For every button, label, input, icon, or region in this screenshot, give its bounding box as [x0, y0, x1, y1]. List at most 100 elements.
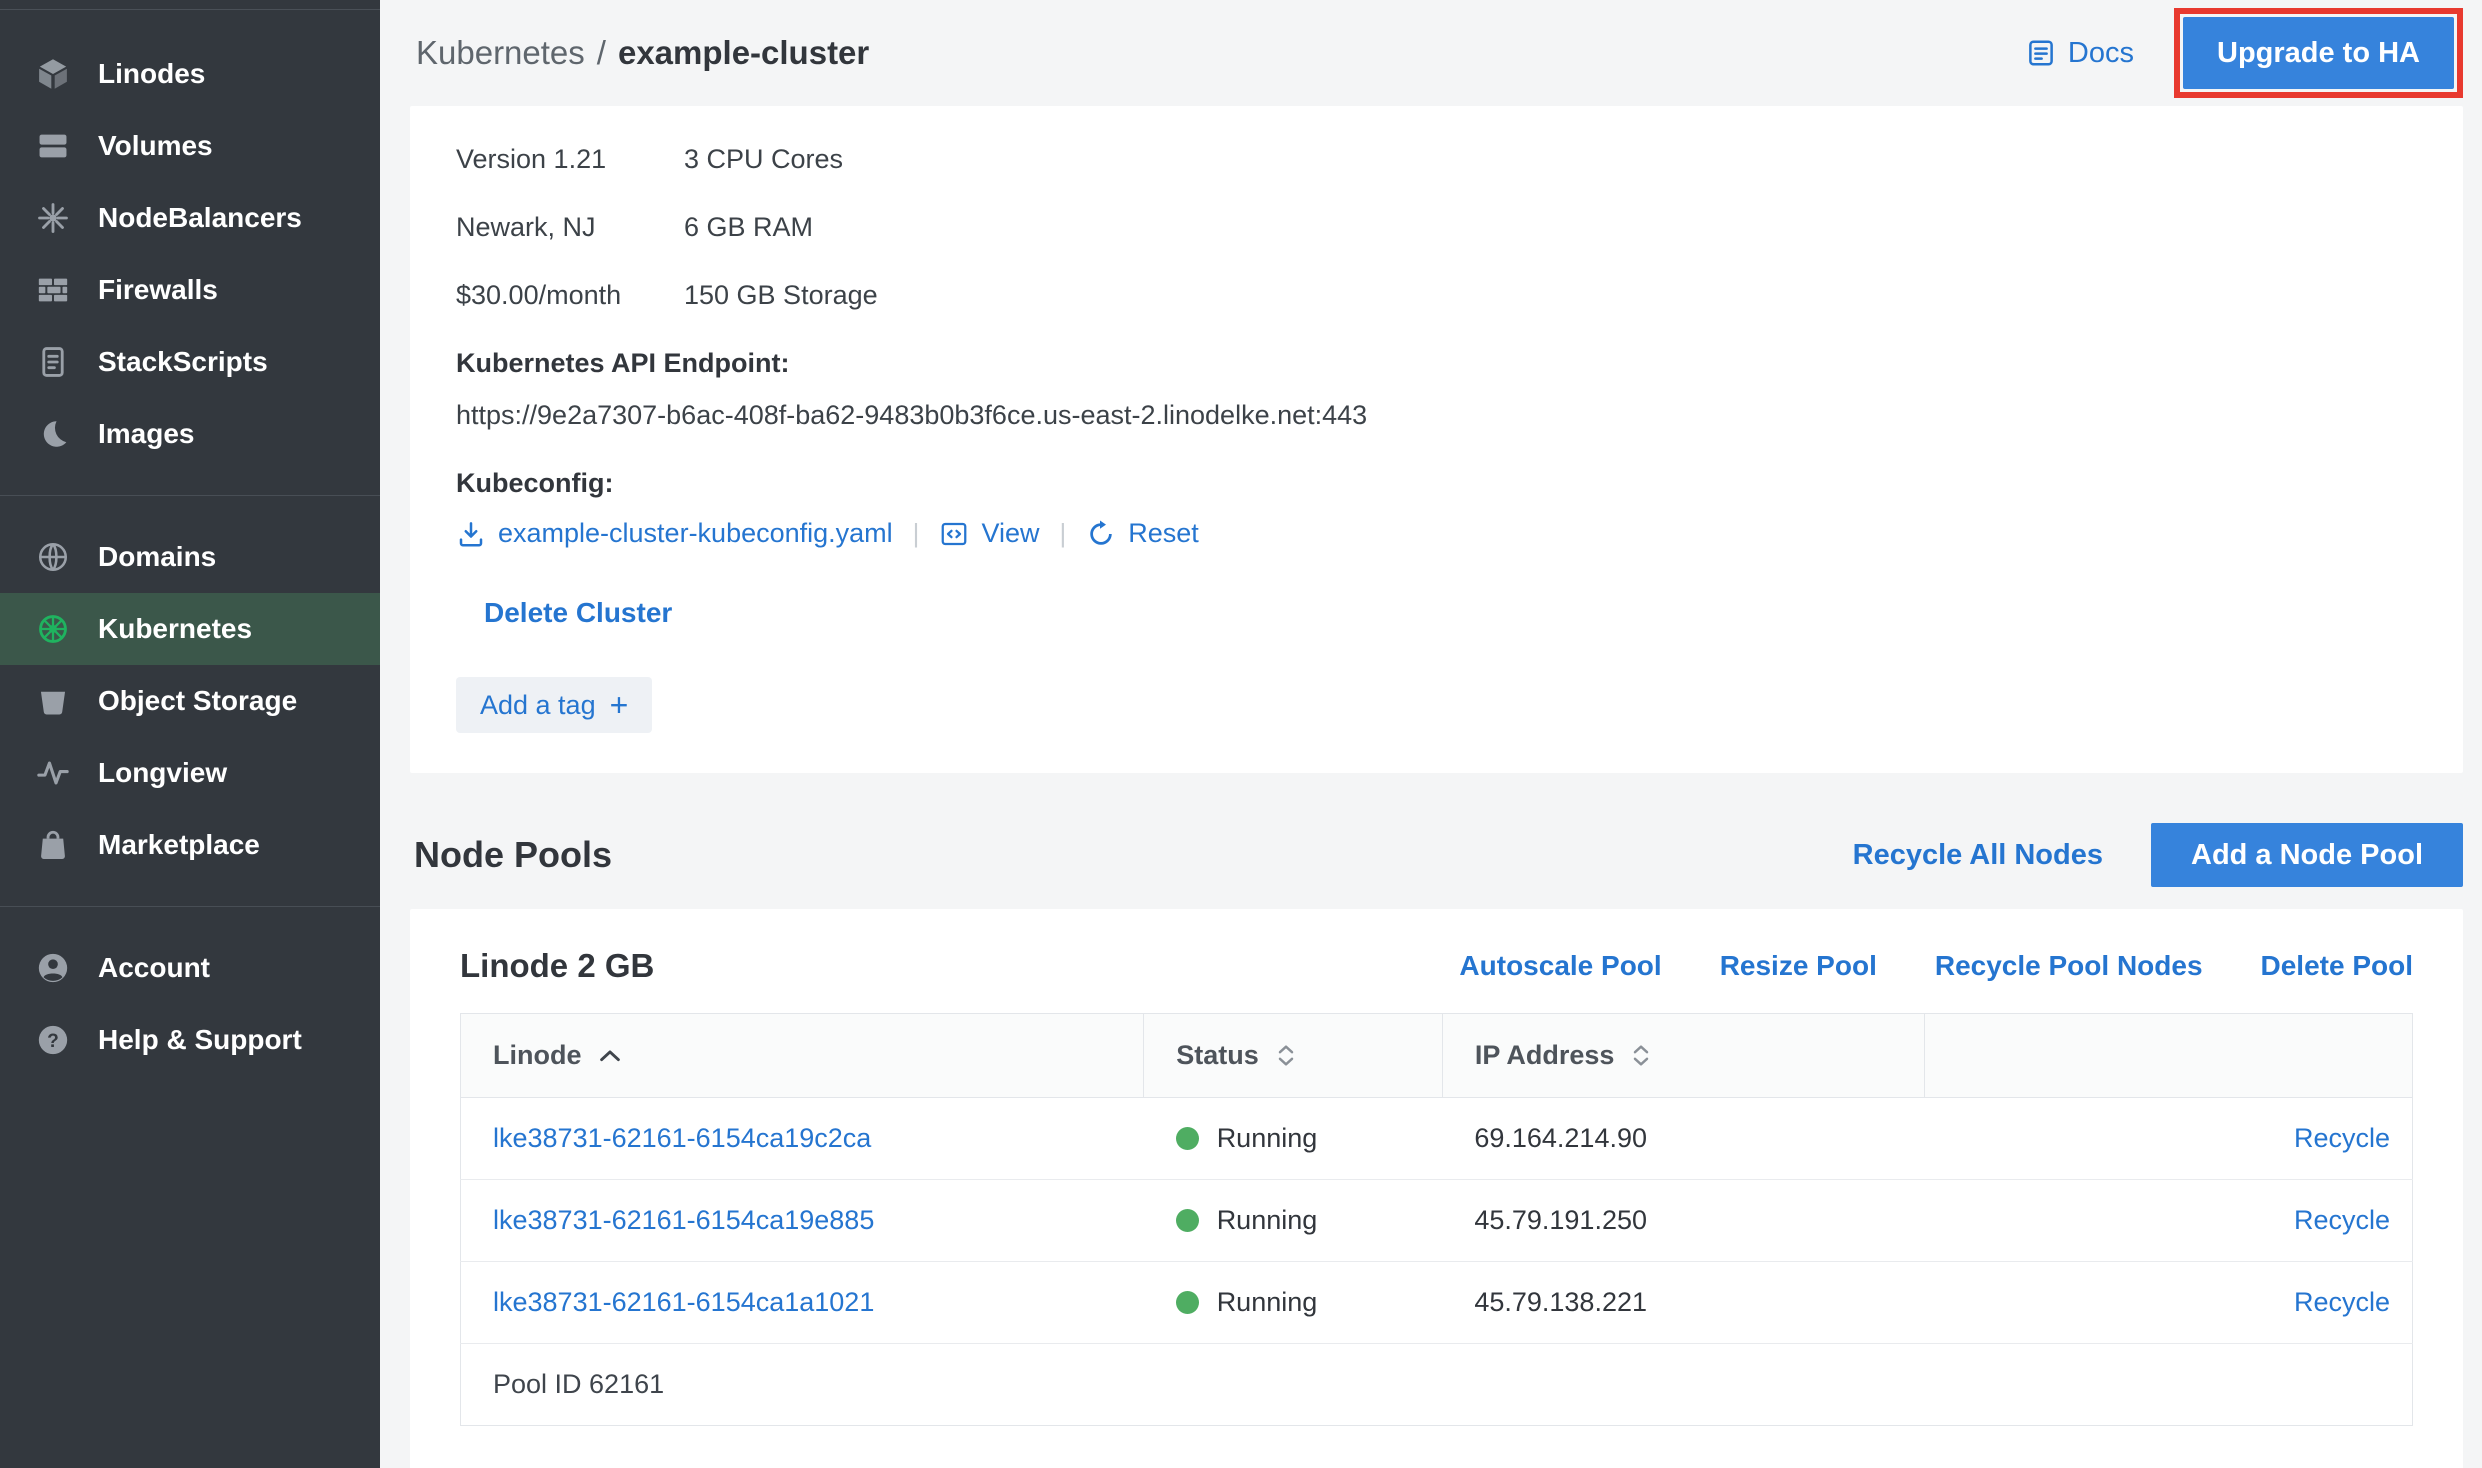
- docs-link[interactable]: Docs: [2026, 37, 2134, 70]
- sidebar-item-object-storage[interactable]: Object Storage: [0, 665, 380, 737]
- status-badge: Running: [1176, 1123, 1443, 1154]
- pool-id: Pool ID 62161: [461, 1344, 2413, 1426]
- column-label: Linode: [493, 1040, 582, 1071]
- sidebar-item-account[interactable]: Account: [0, 932, 380, 1004]
- sidebar-item-label: Domains: [98, 541, 216, 573]
- table-row: lke38731-62161-6154ca19e885 Running 45.7…: [461, 1180, 2413, 1262]
- cluster-region: Newark, NJ: [456, 210, 684, 244]
- sidebar-item-label: Object Storage: [98, 685, 297, 717]
- recycle-link[interactable]: Recycle: [2294, 1123, 2390, 1153]
- cluster-cpu: 3 CPU Cores: [684, 142, 843, 176]
- pool-name: Linode 2 GB: [460, 947, 654, 985]
- recycle-pool-nodes-link[interactable]: Recycle Pool Nodes: [1935, 950, 2203, 982]
- object-storage-icon: [34, 682, 72, 720]
- status-text: Running: [1217, 1205, 1318, 1236]
- stackscripts-icon: [34, 343, 72, 381]
- volumes-icon: [34, 127, 72, 165]
- sidebar-divider: [0, 495, 380, 496]
- table-row: lke38731-62161-6154ca1a1021 Running 45.7…: [461, 1262, 2413, 1344]
- sidebar-item-label: Help & Support: [98, 1024, 302, 1056]
- node-pool-card: Linode 2 GB Autoscale Pool Resize Pool R…: [410, 909, 2463, 1468]
- kubeconfig-view-link[interactable]: View: [939, 518, 1039, 549]
- cluster-ram: 6 GB RAM: [684, 210, 813, 244]
- breadcrumb-kubernetes-link[interactable]: Kubernetes: [416, 34, 585, 72]
- kubeconfig-reset-link[interactable]: Reset: [1086, 518, 1199, 549]
- sidebar-item-help-support[interactable]: ? Help & Support: [0, 1004, 380, 1076]
- kubeconfig-row: example-cluster-kubeconfig.yaml | View |…: [456, 518, 2417, 549]
- sidebar-item-stackscripts[interactable]: StackScripts: [0, 326, 380, 398]
- cluster-summary-card: Version 1.21 3 CPU Cores Newark, NJ 6 GB…: [410, 106, 2463, 773]
- domains-icon: [34, 538, 72, 576]
- upgrade-to-ha-button[interactable]: Upgrade to HA: [2183, 17, 2454, 89]
- delete-cluster-button[interactable]: Delete Cluster: [484, 597, 672, 629]
- marketplace-icon: [34, 826, 72, 864]
- node-pools-header: Node Pools Recycle All Nodes Add a Node …: [410, 823, 2463, 887]
- sidebar-item-label: Linodes: [98, 58, 205, 90]
- ip-address: 45.79.191.250: [1442, 1180, 1924, 1262]
- account-icon: [34, 949, 72, 987]
- pool-actions: Autoscale Pool Resize Pool Recycle Pool …: [1459, 950, 2413, 982]
- kubeconfig-label: Kubeconfig:: [456, 466, 2417, 500]
- sidebar-item-marketplace[interactable]: Marketplace: [0, 809, 380, 881]
- table-footer-row: Pool ID 62161: [461, 1344, 2413, 1426]
- column-header-ip-address[interactable]: IP Address: [1442, 1014, 1924, 1098]
- separator: |: [913, 518, 920, 549]
- status-badge: Running: [1176, 1287, 1443, 1318]
- recycle-all-nodes-link[interactable]: Recycle All Nodes: [1853, 839, 2103, 872]
- download-icon: [456, 519, 486, 549]
- table-row: lke38731-62161-6154ca19c2ca Running 69.1…: [461, 1098, 2413, 1180]
- autoscale-pool-link[interactable]: Autoscale Pool: [1459, 950, 1661, 982]
- help-icon: ?: [34, 1021, 72, 1059]
- spec-row-region-ram: Newark, NJ 6 GB RAM: [456, 210, 2417, 244]
- ip-address: 69.164.214.90: [1442, 1098, 1924, 1180]
- ip-address: 45.79.138.221: [1442, 1262, 1924, 1344]
- cluster-storage: 150 GB Storage: [684, 278, 878, 312]
- sidebar-item-volumes[interactable]: Volumes: [0, 110, 380, 182]
- column-header-actions: [1924, 1014, 2412, 1098]
- sidebar-item-label: Kubernetes: [98, 613, 252, 645]
- svg-text:?: ?: [47, 1031, 59, 1052]
- pool-head: Linode 2 GB Autoscale Pool Resize Pool R…: [460, 947, 2413, 985]
- app-root: Linodes Volumes NodeBalancers Firewalls …: [0, 0, 2482, 1468]
- breadcrumb: Kubernetes / example-cluster: [416, 34, 869, 72]
- sidebar-item-label: Longview: [98, 757, 227, 789]
- sidebar-item-linodes[interactable]: Linodes: [0, 38, 380, 110]
- linode-link[interactable]: lke38731-62161-6154ca19c2ca: [493, 1123, 871, 1153]
- page-header: Kubernetes / example-cluster Docs Upgrad…: [410, 0, 2463, 106]
- sidebar-item-nodebalancers[interactable]: NodeBalancers: [0, 182, 380, 254]
- docs-label: Docs: [2068, 37, 2134, 70]
- linode-link[interactable]: lke38731-62161-6154ca19e885: [493, 1205, 874, 1235]
- status-running-dot: [1176, 1291, 1199, 1314]
- linode-link[interactable]: lke38731-62161-6154ca1a1021: [493, 1287, 874, 1317]
- sidebar-item-label: Marketplace: [98, 829, 260, 861]
- cluster-price: $30.00/month: [456, 278, 684, 312]
- sidebar-item-firewalls[interactable]: Firewalls: [0, 254, 380, 326]
- column-header-status[interactable]: Status: [1144, 1014, 1443, 1098]
- kubernetes-icon: [34, 610, 72, 648]
- plus-icon: +: [610, 689, 629, 721]
- spec-row-price-storage: $30.00/month 150 GB Storage: [456, 278, 2417, 312]
- recycle-link[interactable]: Recycle: [2294, 1287, 2390, 1317]
- status-text: Running: [1217, 1123, 1318, 1154]
- resize-pool-link[interactable]: Resize Pool: [1720, 950, 1877, 982]
- sidebar-item-longview[interactable]: Longview: [0, 737, 380, 809]
- column-header-linode[interactable]: Linode: [461, 1014, 1144, 1098]
- sidebar-item-label: Account: [98, 952, 210, 984]
- add-tag-button[interactable]: Add a tag +: [456, 677, 652, 733]
- sidebar-item-kubernetes[interactable]: Kubernetes: [0, 593, 380, 665]
- delete-pool-link[interactable]: Delete Pool: [2261, 950, 2413, 982]
- recycle-link[interactable]: Recycle: [2294, 1205, 2390, 1235]
- api-endpoint-value: https://9e2a7307-b6ac-408f-ba62-9483b0b3…: [456, 398, 2417, 432]
- column-label: Status: [1176, 1040, 1259, 1071]
- main-content: Kubernetes / example-cluster Docs Upgrad…: [380, 0, 2482, 1468]
- sidebar-item-domains[interactable]: Domains: [0, 521, 380, 593]
- node-pools-title: Node Pools: [414, 834, 612, 876]
- sidebar-item-label: Volumes: [98, 130, 213, 162]
- firewalls-icon: [34, 271, 72, 309]
- header-actions: Docs Upgrade to HA: [2026, 8, 2463, 98]
- sidebar-item-images[interactable]: Images: [0, 398, 380, 470]
- kubeconfig-download-link[interactable]: example-cluster-kubeconfig.yaml: [456, 518, 893, 549]
- sidebar-item-label: Firewalls: [98, 274, 218, 306]
- add-node-pool-button[interactable]: Add a Node Pool: [2151, 823, 2463, 887]
- reset-icon: [1086, 519, 1116, 549]
